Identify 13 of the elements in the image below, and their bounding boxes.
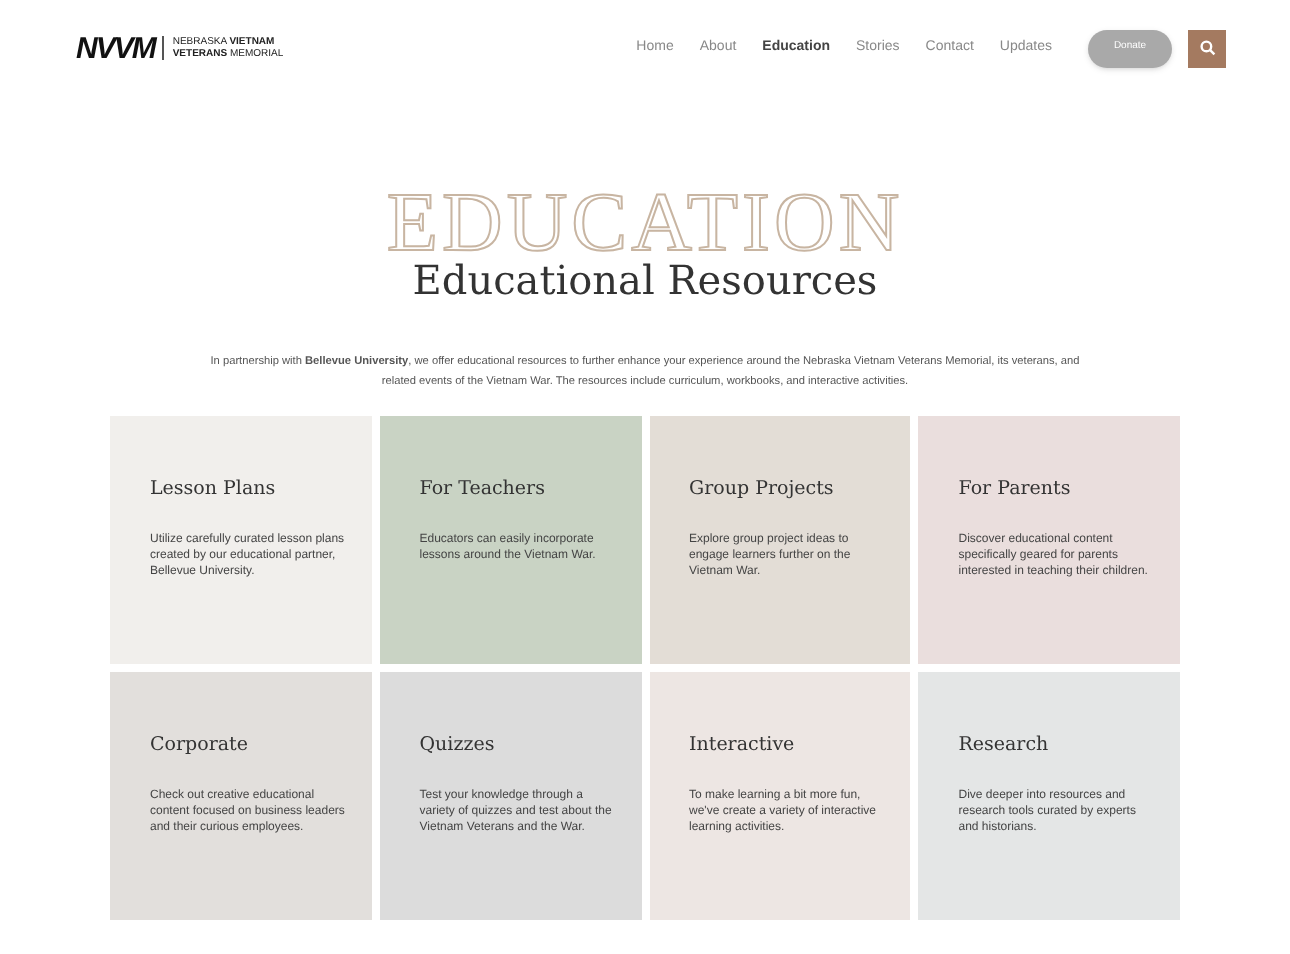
card-title: Interactive [689,732,797,760]
search-button[interactable] [1188,29,1226,67]
card-title: For Teachers [419,476,547,504]
card-title: For Parents [958,476,1073,504]
backdrop-heading: EDUCATION [386,192,904,256]
search-icon [1199,40,1215,56]
card-title: Group Projects [689,476,836,504]
page-title: Educational Resources [412,256,878,304]
logo-mark[interactable]: NVVM [76,33,155,63]
card-title: Corporate [150,732,250,760]
card-title: Quizzes [419,732,497,760]
card-title: Lesson Plans [150,476,278,504]
card-title: Research [958,732,1051,760]
